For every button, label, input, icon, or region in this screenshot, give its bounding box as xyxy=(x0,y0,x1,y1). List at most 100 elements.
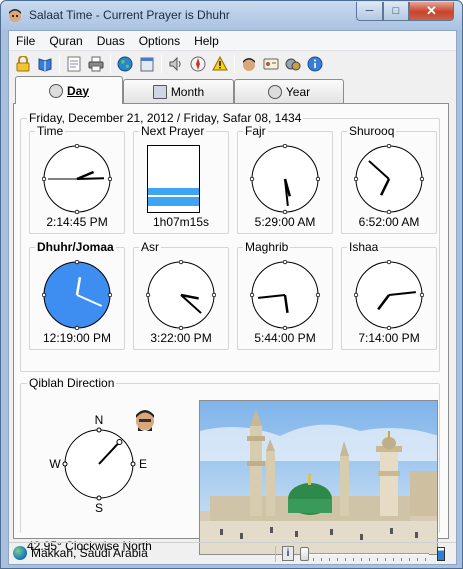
volume-slider-thumb[interactable] xyxy=(300,547,309,561)
speaker-icon[interactable] xyxy=(165,54,186,75)
maghrib-cell: Maghrib 5:44:00 PM xyxy=(237,240,333,350)
toolbar xyxy=(9,52,456,76)
status-bar: Makkah, Saudi Arabia i xyxy=(9,542,456,564)
maghrib-label: Maghrib xyxy=(243,240,291,254)
asr-value: 3:22:00 PM xyxy=(150,331,212,345)
asr-label: Asr xyxy=(139,240,161,254)
window-title: Salaat Time - Current Prayer is Dhuhr xyxy=(29,8,230,22)
next-prayer-value: 1h07m15s xyxy=(152,215,210,229)
shurooq-label: Shurooq xyxy=(347,124,397,138)
clock-marker xyxy=(42,292,47,298)
menu-duas[interactable]: Duas xyxy=(90,31,132,51)
clock-marker xyxy=(74,144,80,149)
clock-marker xyxy=(42,176,47,182)
maghrib-value: 5:44:00 PM xyxy=(254,331,316,345)
clock-marker xyxy=(354,176,359,182)
clock-marker xyxy=(386,144,392,149)
clock-marker xyxy=(74,209,80,214)
compass-icon[interactable] xyxy=(187,54,208,75)
maghrib-clock xyxy=(250,260,320,330)
volume-slider-track[interactable] xyxy=(305,553,429,555)
toolbar-separator xyxy=(59,55,60,73)
prayer-times-group: Friday, December 21, 2012 / Friday, Safa… xyxy=(20,111,440,372)
progress-fill xyxy=(148,188,199,206)
card-icon[interactable] xyxy=(260,54,281,75)
shurooq-clock xyxy=(354,144,424,214)
toolbar-separator xyxy=(110,55,111,73)
compass-north-label: N xyxy=(95,413,104,427)
book-icon[interactable] xyxy=(34,54,55,75)
progress-divider xyxy=(148,195,199,197)
location-status[interactable]: Makkah, Saudi Arabia xyxy=(13,546,148,560)
clock-marker xyxy=(282,260,288,265)
tab-month-label: Month xyxy=(170,84,205,99)
dhuhr-value: 12:19:00 PM xyxy=(42,331,112,345)
clock-marker xyxy=(419,176,424,182)
clock-icon xyxy=(48,83,63,98)
dhuhr-cell: Dhuhr/Jomaa 12:19:00 PM xyxy=(29,240,125,350)
toolbar-separator xyxy=(161,55,162,73)
printer-icon[interactable] xyxy=(85,54,106,75)
menu-quran[interactable]: Quran xyxy=(42,31,89,51)
title-bar[interactable]: Salaat Time - Current Prayer is Dhuhr ─ … xyxy=(1,1,462,30)
globe-icon[interactable] xyxy=(114,54,135,75)
tab-day[interactable]: Day xyxy=(15,76,123,104)
clock-marker xyxy=(282,144,288,149)
menu-file[interactable]: File xyxy=(9,31,42,51)
next-prayer-progress xyxy=(147,145,200,213)
maximize-button[interactable]: □ xyxy=(383,2,409,21)
compass-east-label: E xyxy=(139,457,147,471)
ishaa-label: Ishaa xyxy=(347,240,381,254)
location-text: Makkah, Saudi Arabia xyxy=(31,546,148,560)
person-icon xyxy=(136,410,154,431)
notes-icon[interactable] xyxy=(63,54,84,75)
clock-marker xyxy=(211,292,216,298)
time-value: 2:14:45 PM xyxy=(46,215,108,229)
clock-marker xyxy=(74,325,80,330)
clock-marker xyxy=(419,292,424,298)
ishaa-cell: Ishaa 7:14:00 PM xyxy=(341,240,437,350)
clock-marker xyxy=(282,209,288,214)
lock-icon[interactable] xyxy=(12,54,33,75)
qiblah-group: Qiblah Direction N E S W 42.95° Clockwis… xyxy=(20,376,440,555)
info-icon[interactable] xyxy=(304,54,325,75)
minimize-button[interactable]: ─ xyxy=(356,2,383,21)
close-button[interactable]: ✕ xyxy=(409,2,454,21)
clock-marker xyxy=(282,325,288,330)
shurooq-cell: Shurooq 6:52:00 AM xyxy=(341,124,437,234)
clock-marker xyxy=(354,292,359,298)
shurooq-value: 6:52:00 AM xyxy=(358,215,420,229)
clock-marker xyxy=(107,292,112,298)
tab-year-label: Year xyxy=(285,84,311,99)
current-time-clock xyxy=(42,144,112,214)
clock-marker xyxy=(315,292,320,298)
tab-month[interactable]: Month xyxy=(123,79,234,103)
info-button[interactable]: i xyxy=(282,546,294,561)
globe-icon xyxy=(13,546,27,560)
warning-icon[interactable] xyxy=(209,54,230,75)
menu-help[interactable]: Help xyxy=(187,31,226,51)
battery-icon xyxy=(437,547,445,561)
next-prayer-label: Next Prayer xyxy=(139,124,207,138)
clock-marker xyxy=(107,176,112,182)
calendar-icon xyxy=(152,84,167,99)
slider-ticks xyxy=(305,558,429,561)
app-icon xyxy=(9,9,21,22)
fajr-label: Fajr xyxy=(243,124,268,138)
clock-marker xyxy=(386,260,392,265)
ishaa-value: 7:14:00 PM xyxy=(358,331,420,345)
ishaa-clock xyxy=(354,260,424,330)
tools-icon[interactable] xyxy=(282,54,303,75)
calendar-icon[interactable] xyxy=(136,54,157,75)
clock-marker xyxy=(250,176,255,182)
tab-year[interactable]: Year xyxy=(234,79,344,103)
clock-marker xyxy=(386,325,392,330)
clock-minute-hand xyxy=(76,177,105,180)
toolbar-separator xyxy=(234,55,235,73)
dhuhr-label: Dhuhr/Jomaa xyxy=(35,240,116,254)
time-label: Time xyxy=(35,124,66,138)
date-line: Friday, December 21, 2012 / Friday, Safa… xyxy=(27,111,304,125)
dhuhr-clock xyxy=(42,260,112,330)
menu-options[interactable]: Options xyxy=(132,31,187,51)
person-icon[interactable] xyxy=(238,54,259,75)
